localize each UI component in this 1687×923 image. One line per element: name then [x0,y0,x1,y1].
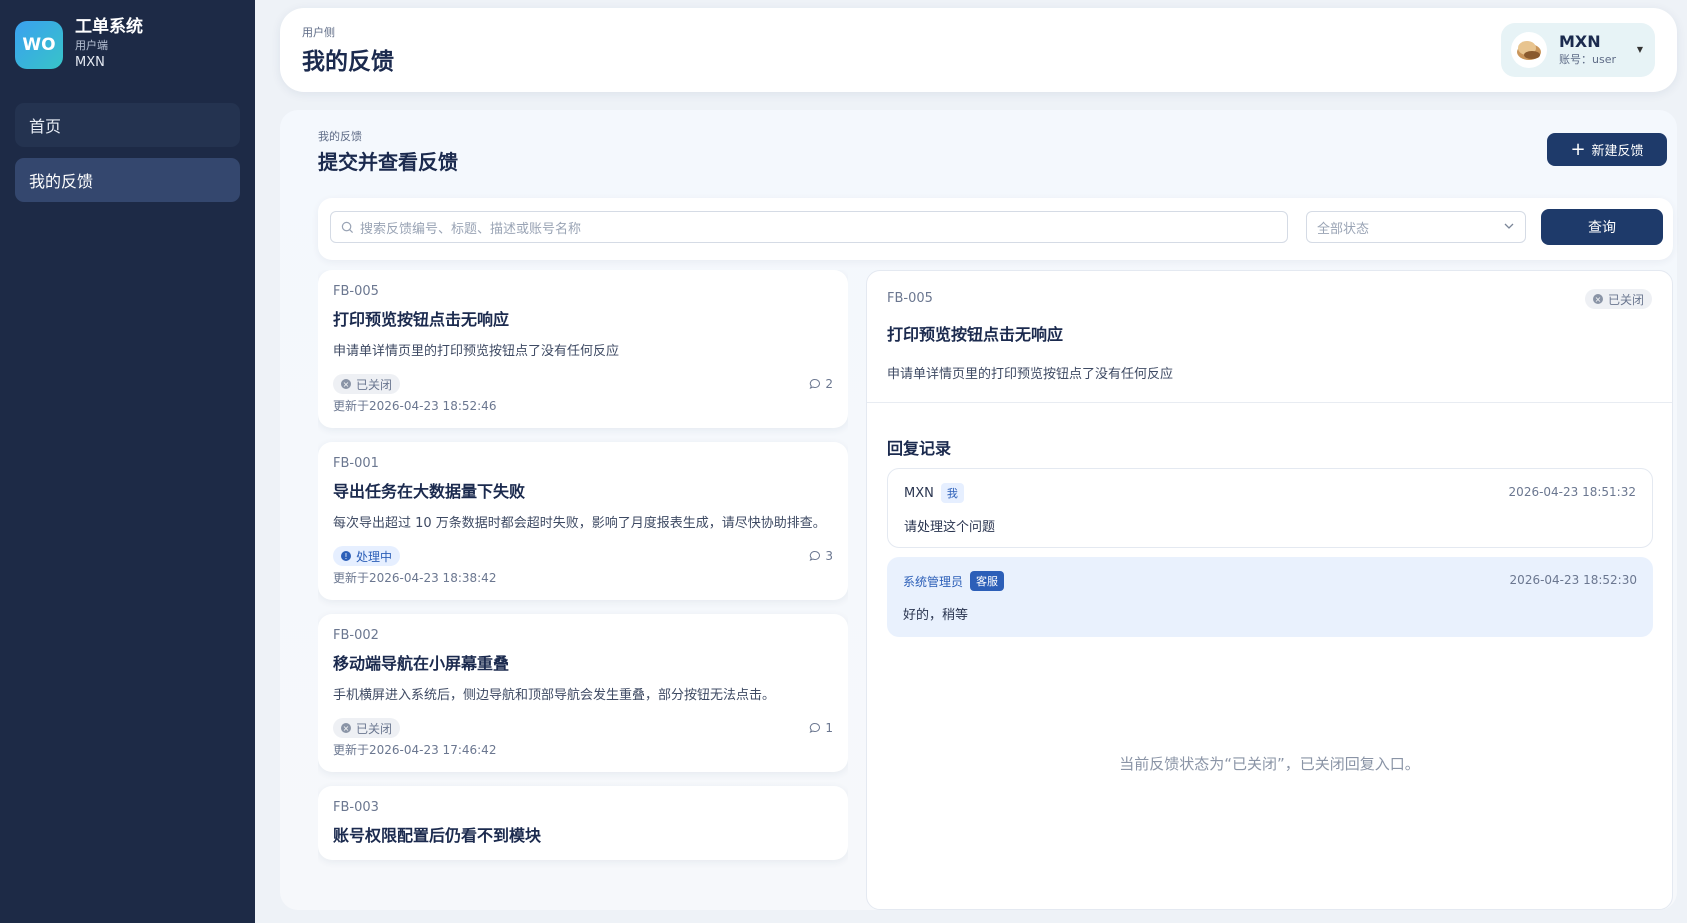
feedback-updated: 更新于2026-04-23 18:52:46 [333,399,497,413]
chevron-down-icon [1504,223,1514,229]
avatar [1511,32,1547,68]
comment-count-value: 1 [825,721,833,735]
comment-count: 1 [809,721,833,735]
status-badge: × 已关闭 [333,718,401,738]
breadcrumb: 用户侧 [302,26,335,39]
section-title: 提交并查看反馈 [318,150,458,174]
feedback-card[interactable]: FB-005 打印预览按钮点击无响应 申请单详情页里的打印预览按钮点了没有任何反… [318,270,848,428]
user-account: 账号：user [1559,53,1616,66]
section-crumb: 我的反馈 [318,130,362,143]
divider [867,402,1672,403]
detail-status-badge: × 已关闭 [1584,289,1652,309]
new-feedback-label: 新建反馈 [1591,144,1644,159]
caret-down-icon: ▼ [1636,45,1643,54]
comment-icon [809,722,821,733]
search-placeholder: 搜索反馈编号、标题、描述或账号名称 [360,221,582,237]
feedback-code: FB-002 [333,628,379,643]
feedback-desc: 申请单详情页里的打印预览按钮点了没有任何反应 [333,344,620,359]
client-label: 用户端 [75,39,108,52]
feedback-title: 打印预览按钮点击无响应 [333,310,510,329]
info-circle-icon: ! [341,551,351,561]
new-feedback-button[interactable]: + 新建反馈 [1547,133,1667,166]
plus-icon: + [1570,138,1586,160]
reply-tag: 我 [940,483,964,503]
feedback-detail: FB-005 × 已关闭 打印预览按钮点击无响应 申请单详情页里的打印预览按钮点… [866,270,1673,910]
page-header: 用户侧 我的反馈 MXN 账号：user ▼ [280,8,1677,92]
sidebar-nav: 首页 我的反馈 [15,103,240,202]
detail-status-label: 已关闭 [1607,292,1644,307]
reply-text: 好的，稍等 [903,608,969,623]
status-badge-label: 已关闭 [356,721,393,736]
feedback-title: 移动端导航在小屏幕重叠 [333,654,510,673]
feedback-code: FB-003 [333,800,379,815]
app-name: 工单系统 [75,17,143,37]
comment-count-value: 2 [825,377,833,391]
feedback-list: FB-005 打印预览按钮点击无响应 申请单详情页里的打印预览按钮点了没有任何反… [318,270,848,910]
feedback-card[interactable]: FB-002 移动端导航在小屏幕重叠 手机横屏进入系统后，侧边导航和顶部导航会发… [318,614,848,772]
closed-note: 当前反馈状态为“已关闭”，已关闭回复入口。 [1119,755,1420,773]
status-select[interactable]: 全部状态 [1306,211,1526,243]
close-circle-icon: × [341,379,351,389]
comment-count: 2 [809,377,833,391]
sidebar-item-my-feedback[interactable]: 我的反馈 [15,158,240,202]
avatar-image-icon [1517,41,1541,60]
comment-icon [809,378,821,389]
status-badge-label: 处理中 [356,549,393,564]
feedback-updated: 更新于2026-04-23 17:46:42 [333,743,497,757]
feedback-desc: 手机横屏进入系统后，侧边导航和顶部导航会发生重叠，部分按钮无法点击。 [333,688,776,703]
search-input[interactable]: 搜索反馈编号、标题、描述或账号名称 [330,211,1288,243]
close-circle-icon: × [341,723,351,733]
reply-tag: 客服 [970,571,1005,591]
reply-author: 系统管理员 [903,574,964,589]
comment-icon [809,550,821,561]
status-badge-label: 已关闭 [356,377,393,392]
comment-count-value: 3 [825,549,833,563]
status-select-placeholder: 全部状态 [1317,221,1370,237]
reply-author: MXN [904,485,934,501]
reply-time: 2026-04-23 18:52:30 [1509,573,1637,587]
user-name: MXN [1559,32,1601,51]
feedback-card[interactable]: FB-003 账号权限配置后仍看不到模块 [318,786,848,860]
replies-title: 回复记录 [887,439,952,458]
sidebar-user-name: MXN [75,55,105,70]
status-badge: × 已关闭 [333,374,401,394]
sidebar: WO 工单系统 用户端 MXN 首页 我的反馈 [0,0,255,923]
detail-title: 打印预览按钮点击无响应 [887,325,1064,344]
sidebar-item-home[interactable]: 首页 [15,103,240,147]
feedback-title: 导出任务在大数据量下失败 [333,482,526,501]
detail-desc: 申请单详情页里的打印预览按钮点了没有任何反应 [887,367,1174,382]
feedback-card[interactable]: FB-001 导出任务在大数据量下失败 每次导出超过 10 万条数据时都会超时失… [318,442,848,600]
feedback-updated: 更新于2026-04-23 18:38:42 [333,571,497,585]
main-panel: 我的反馈 提交并查看反馈 + 新建反馈 搜索反馈编号、标题、描述或账号名称 全部… [280,110,1677,910]
search-bar: 搜索反馈编号、标题、描述或账号名称 全部状态 查询 [318,198,1673,260]
feedback-desc: 每次导出超过 10 万条数据时都会超时失败，影响了月度报表生成，请尽快协助排查。 [333,516,826,531]
reply-item: MXN 我 2026-04-23 18:51:32 请处理这个问题 [887,468,1653,548]
reply-time: 2026-04-23 18:51:32 [1508,485,1636,499]
reply-item: 系统管理员 客服 2026-04-23 18:52:30 好的，稍等 [887,557,1653,637]
query-button[interactable]: 查询 [1541,209,1663,245]
page-title: 我的反馈 [302,49,394,75]
feedback-code: FB-001 [333,456,379,471]
app-logo: WO [15,20,63,69]
search-icon [341,221,354,233]
reply-text: 请处理这个问题 [904,520,996,535]
detail-code: FB-005 [887,291,933,306]
brand: WO 工单系统 用户端 MXN [15,16,240,73]
comment-count: 3 [809,549,833,563]
feedback-code: FB-005 [333,284,379,299]
user-menu[interactable]: MXN 账号：user ▼ [1501,23,1655,77]
feedback-title: 账号权限配置后仍看不到模块 [333,826,542,845]
status-badge: ! 处理中 [333,546,401,566]
close-circle-icon: × [1592,294,1603,304]
